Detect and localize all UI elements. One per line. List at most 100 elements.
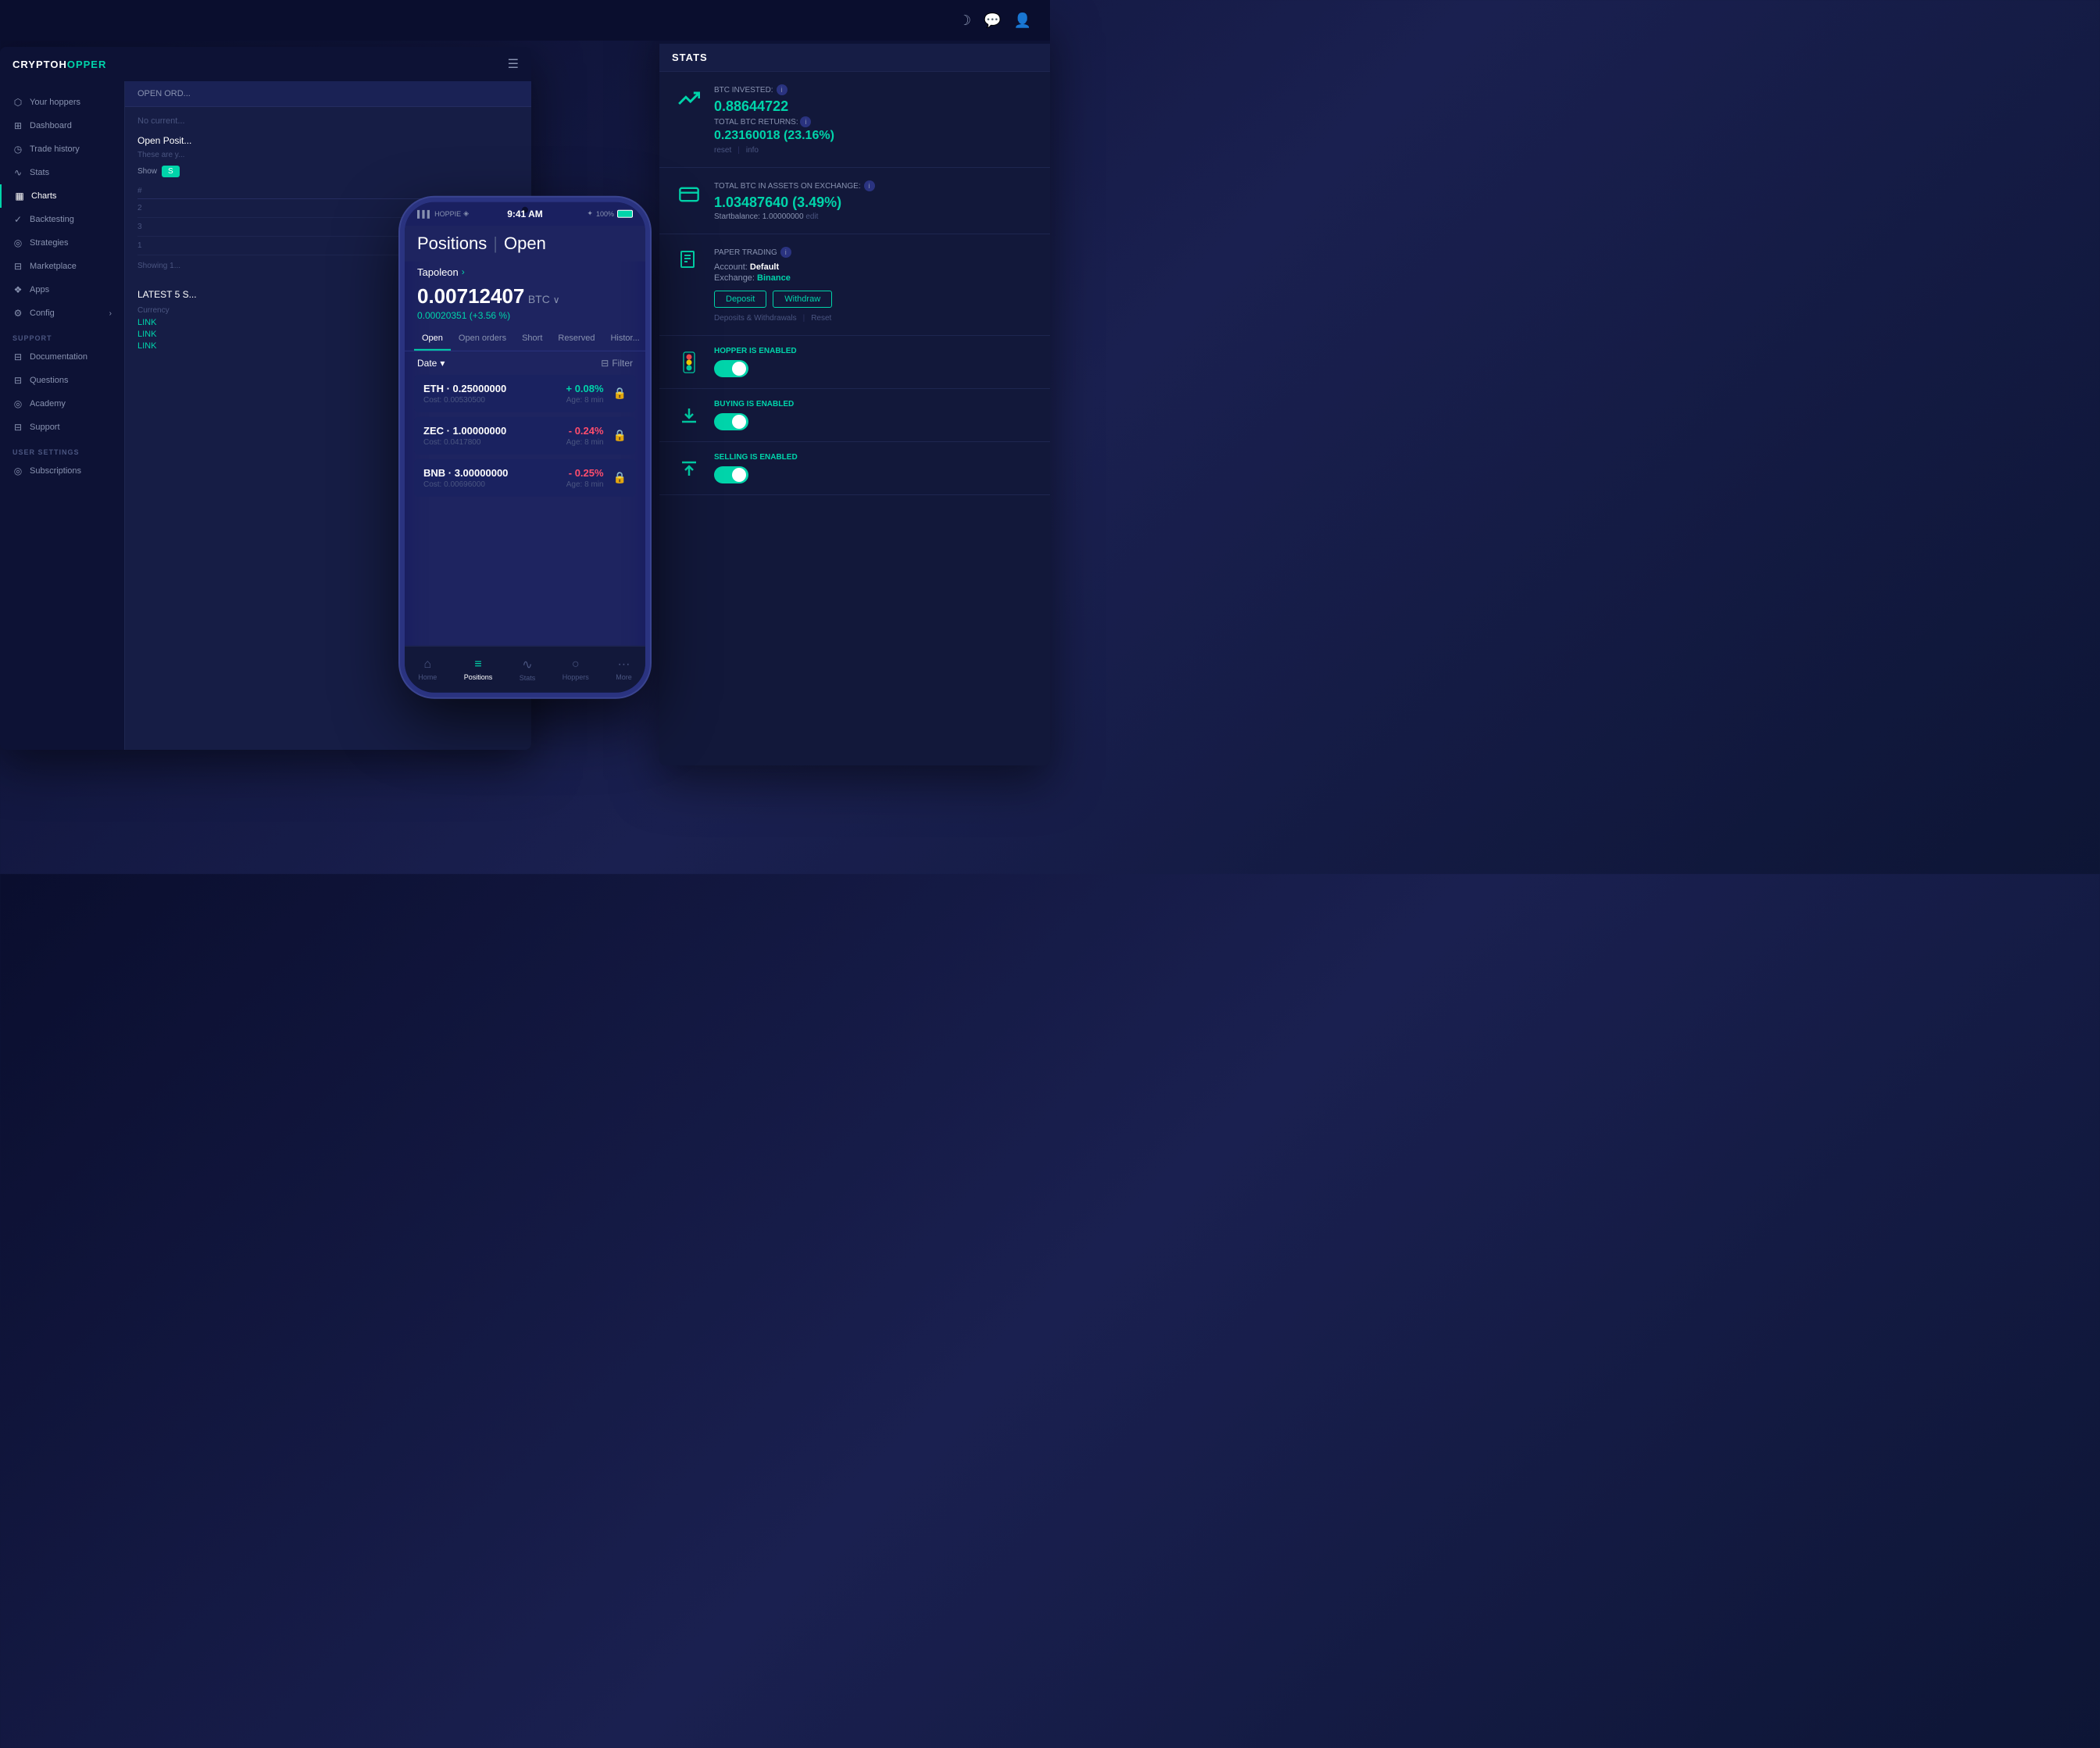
sidebar-item-documentation[interactable]: ⊟ Documentation [0,345,124,369]
stat-card-btc-invested: BTC INVESTED: i 0.88644722 TOTAL BTC RET… [659,72,1050,168]
eth-cost: Cost: 0.00530500 [423,395,566,404]
reset-link[interactable]: reset [714,146,731,155]
charts-icon: ▦ [14,191,25,202]
filter-button[interactable]: ⊟ Filter [601,357,633,368]
stat-card-btc-assets: TOTAL BTC IN ASSETS ON EXCHANGE: i 1.034… [659,168,1050,234]
sidebar-item-dashboard[interactable]: ⊞ Dashboard [0,114,124,137]
nav-stats[interactable]: ∿ Stats [520,657,536,682]
dashboard-icon: ⊞ [12,120,23,131]
sidebar-label-stats: Stats [30,168,49,177]
sidebar-item-strategies[interactable]: ◎ Strategies [0,231,124,255]
reset-paper-link[interactable]: Reset [811,314,831,323]
btc-invested-info[interactable]: i [777,84,788,95]
hopper-enabled-label: HOPPER IS ENABLED [714,347,1034,355]
pos-eth-left: ETH · 0.25000000 Cost: 0.00530500 [423,382,566,404]
withdraw-button[interactable]: Withdraw [773,291,832,308]
tab-history[interactable]: Histor... [602,326,647,350]
zec-lock-icon: 🔒 [613,429,627,442]
bnb-age: Age: 8 min [566,480,604,488]
user-section-label: USER SETTINGS [0,439,124,459]
show-button[interactable]: S [162,166,180,177]
buying-toggle[interactable] [714,413,748,430]
sidebar-item-academy[interactable]: ◎ Academy [0,392,124,416]
btc-invested-links: reset | info [714,146,1034,155]
phone-title-divider: | [493,233,498,253]
selling-toggle[interactable] [714,466,748,483]
sidebar-item-questions[interactable]: ⊟ Questions [0,369,124,392]
desktop-topbar: CRYPTOHOPPER ☰ [0,47,531,81]
user-icon[interactable]: 👤 [1014,12,1031,29]
position-bnb[interactable]: BNB · 3.00000000 Cost: 0.00696000 - 0.25… [414,458,636,496]
sidebar-item-backtesting[interactable]: ✓ Backtesting [0,208,124,231]
phone-filter-row: Date ▾ ⊟ Filter [405,351,645,374]
more-nav-label: More [616,673,632,681]
deposit-button[interactable]: Deposit [714,291,766,308]
deposits-withdrawals-link[interactable]: Deposits & Withdrawals [714,314,797,323]
config-arrow-icon: › [109,309,112,318]
edit-link[interactable]: edit [805,212,818,221]
btc-returns-value: 0.23160018 (23.16%) [714,129,1034,143]
hopper-arrow-icon: › [462,266,465,277]
nav-more[interactable]: ··· More [616,658,632,681]
sidebar-item-charts[interactable]: ▦ Charts [0,184,124,208]
btc-returns-info[interactable]: i [800,116,811,127]
phone-hopper-row[interactable]: Tapoleon › [405,261,645,282]
position-eth[interactable]: ETH · 0.25000000 Cost: 0.00530500 + 0.08… [414,374,636,412]
desktop-logo: CRYPTOHOPPER [12,59,106,70]
bnb-coin: BNB · 3.00000000 [423,466,566,478]
buying-enabled-content: BUYING IS ENABLED [714,400,1034,430]
sidebar-item-support[interactable]: ⊟ Support [0,416,124,439]
nav-positions[interactable]: ≡ Positions [464,658,493,681]
battery-percentage: 100% [596,209,614,217]
phone-tabs: Open Open orders Short Reserved Histor..… [405,326,645,351]
date-filter[interactable]: Date ▾ [417,357,445,368]
nav-hoppers[interactable]: ○ Hoppers [562,658,589,681]
sidebar-item-marketplace[interactable]: ⊟ Marketplace [0,255,124,278]
sidebar-item-config[interactable]: ⚙ Config › [0,301,124,325]
sidebar-label-academy: Academy [30,399,66,408]
btc-assets-info[interactable]: i [864,180,875,191]
hoppers-nav-label: Hoppers [562,673,589,681]
phone-wrapper: ▌▌▌ HOPPIE ◈ 9:41 AM ✦ 100% Positions | … [400,197,650,697]
traffic-light-icon [675,348,703,376]
btc-invested-value: 0.88644722 [714,98,1034,115]
paper-exchange: Exchange: Binance [714,273,1034,283]
pos-bnb-right: - 0.25% Age: 8 min [566,466,604,488]
desktop-main-header: OPEN ORD... [125,81,531,107]
btc-invested-content: BTC INVESTED: i 0.88644722 TOTAL BTC RET… [714,84,1034,155]
paper-info[interactable]: i [780,247,791,258]
eth-pct: + 0.08% [566,382,603,394]
btc-currency: BTC ∨ [528,292,560,305]
zec-coin: ZEC · 1.00000000 [423,424,566,436]
tab-open-orders[interactable]: Open orders [451,326,514,350]
moon-icon[interactable]: ☽ [959,12,971,29]
stats-panel: – × STATS BTC INVESTED: i 0.88644722 [659,16,1050,765]
tab-open[interactable]: Open [414,326,451,350]
position-zec[interactable]: ZEC · 1.00000000 Cost: 0.0417800 - 0.24%… [414,416,636,454]
sidebar-item-trade-history[interactable]: ◷ Trade history [0,137,124,161]
home-nav-label: Home [418,673,437,681]
stat-card-buying-enabled: BUYING IS ENABLED [659,389,1050,442]
sidebar-item-your-hoppers[interactable]: ⬡ Your hoppers [0,91,124,114]
sidebar-item-apps[interactable]: ❖ Apps [0,278,124,301]
stats-icon: ∿ [12,167,23,178]
pos-eth-right: + 0.08% Age: 8 min [566,382,603,404]
info-link[interactable]: info [746,146,759,155]
sidebar-item-stats[interactable]: ∿ Stats [0,161,124,184]
signal-bars-icon: ▌▌▌ [417,209,432,217]
selling-enabled-label: SELLING IS ENABLED [714,453,1034,462]
tab-reserved[interactable]: Reserved [550,326,602,350]
btc-assets-label: TOTAL BTC IN ASSETS ON EXCHANGE: i [714,180,1034,191]
sidebar-item-subscriptions[interactable]: ◎ Subscriptions [0,459,124,483]
zec-age: Age: 8 min [566,437,604,446]
sidebar-label-your-hoppers: Your hoppers [30,98,80,107]
chat-icon[interactable]: 💬 [984,12,1001,29]
selling-enabled-content: SELLING IS ENABLED [714,453,1034,483]
hamburger-icon[interactable]: ☰ [508,56,519,72]
sidebar-label-config: Config [30,309,55,318]
nav-home[interactable]: ⌂ Home [418,658,437,681]
sidebar-label-charts: Charts [31,191,56,201]
hopper-toggle[interactable] [714,360,748,377]
tab-short[interactable]: Short [514,326,550,350]
signal-indicator: ▌▌▌ HOPPIE ◈ [417,209,469,218]
